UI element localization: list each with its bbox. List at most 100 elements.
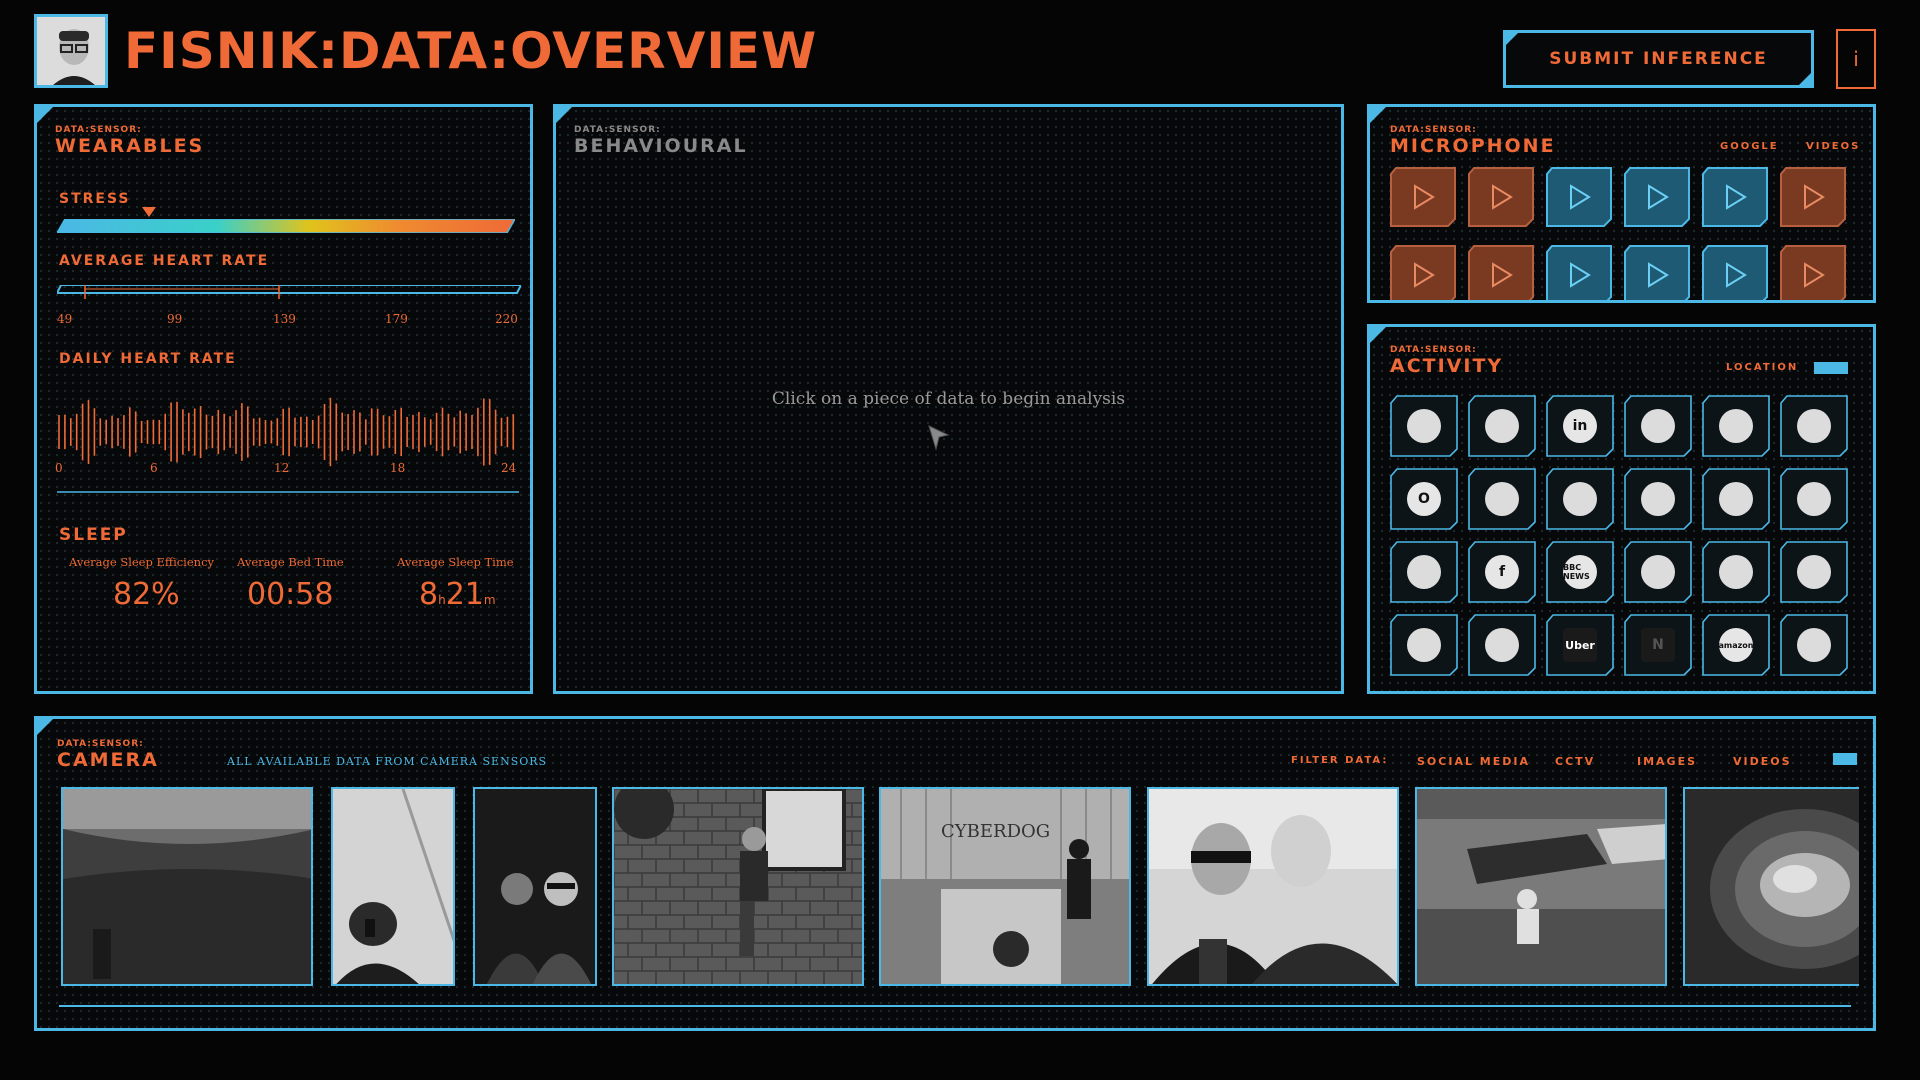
audio-clip-tile[interactable] bbox=[1546, 167, 1612, 227]
camera-photo-stadium[interactable] bbox=[61, 787, 313, 986]
location-toggle[interactable] bbox=[1814, 362, 1848, 374]
camera-photo-food[interactable] bbox=[1683, 787, 1859, 986]
linkedin-icon: in bbox=[1563, 409, 1597, 443]
daily-heart-rate-label: DAILY HEART RATE bbox=[59, 351, 237, 367]
stress-marker-icon bbox=[141, 207, 156, 217]
app-tile-spotify[interactable] bbox=[1468, 614, 1536, 676]
behavioural-prefix: DATA:SENSOR: bbox=[574, 125, 661, 135]
google-photos-icon bbox=[1641, 555, 1675, 589]
audio-clip-tile[interactable] bbox=[1546, 245, 1612, 300]
youtube-icon bbox=[1797, 555, 1831, 589]
camera-photo-couple[interactable] bbox=[473, 787, 597, 986]
outlook-icon: O bbox=[1407, 482, 1441, 516]
app-tile-dropbox[interactable] bbox=[1390, 541, 1458, 603]
info-button[interactable]: i bbox=[1836, 29, 1876, 89]
audio-clip-tile[interactable] bbox=[1390, 167, 1456, 227]
bed-time-label: Average Bed Time bbox=[237, 555, 344, 569]
app-tile-google-maps[interactable] bbox=[1624, 395, 1692, 457]
app-tile-forward[interactable] bbox=[1780, 395, 1848, 457]
app-tile-instagram[interactable] bbox=[1390, 395, 1458, 457]
club-sign-text: CYBERDOG bbox=[941, 821, 1050, 842]
audio-clip-tile[interactable] bbox=[1468, 245, 1534, 300]
camera-photo-cctv[interactable] bbox=[1415, 787, 1667, 986]
filter-videos[interactable]: VIDEOS bbox=[1733, 755, 1792, 768]
camera-title: CAMERA bbox=[57, 749, 159, 771]
app-tile-outlook[interactable]: O bbox=[1390, 468, 1458, 530]
filter-cctv[interactable]: CCTV bbox=[1555, 755, 1595, 768]
google-link[interactable]: GOOGLE bbox=[1720, 141, 1779, 152]
forward-icon bbox=[1797, 409, 1831, 443]
camera-timeline-bar[interactable] bbox=[59, 1005, 1851, 1007]
daily-tick: 18 bbox=[390, 461, 406, 475]
app-tile-facebook[interactable]: f bbox=[1468, 541, 1536, 603]
app-tile-home[interactable] bbox=[1702, 541, 1770, 603]
filter-images[interactable]: IMAGES bbox=[1637, 755, 1697, 768]
facebook-icon: f bbox=[1485, 555, 1519, 589]
filter-label: FILTER DATA: bbox=[1291, 755, 1389, 766]
wearables-prefix: DATA:SENSOR: bbox=[55, 125, 142, 135]
audio-clip-tile[interactable] bbox=[1468, 167, 1534, 227]
gmail-icon bbox=[1719, 409, 1753, 443]
daily-heart-rate-chart[interactable] bbox=[53, 367, 523, 497]
app-tile-tiktok[interactable] bbox=[1702, 468, 1770, 530]
behavioural-panel: DATA:SENSOR: BEHAVIOURAL Click on a piec… bbox=[553, 104, 1344, 694]
app-tile-gmail[interactable] bbox=[1702, 395, 1770, 457]
google-drive-icon bbox=[1485, 409, 1519, 443]
stress-label: STRESS bbox=[59, 191, 131, 207]
hr-tick: 49 bbox=[57, 312, 73, 326]
activity-title: ACTIVITY bbox=[1390, 355, 1504, 377]
app-tile-linkedin[interactable]: in bbox=[1546, 395, 1614, 457]
camera-subtitle: ALL AVAILABLE DATA FROM CAMERA SENSORS bbox=[227, 755, 548, 768]
hr-tick: 99 bbox=[167, 312, 183, 326]
camera-photo-brick-wall[interactable] bbox=[612, 787, 864, 986]
app-tile-netflix[interactable]: N bbox=[1624, 614, 1692, 676]
google-maps-icon bbox=[1641, 409, 1675, 443]
audio-clip-tile[interactable] bbox=[1702, 167, 1768, 227]
audio-clip-tile[interactable] bbox=[1702, 245, 1768, 300]
daily-tick: 6 bbox=[150, 461, 158, 475]
filter-social-media[interactable]: SOCIAL MEDIA bbox=[1417, 755, 1530, 768]
filter-toggle[interactable] bbox=[1833, 753, 1857, 765]
page-title: FISNIK:DATA:OVERVIEW bbox=[124, 22, 818, 80]
app-tile-amazon[interactable]: amazon bbox=[1702, 614, 1770, 676]
app-tile-lloyds[interactable] bbox=[1624, 468, 1692, 530]
app-tile-google-photos[interactable] bbox=[1624, 541, 1692, 603]
audio-clip-tile[interactable] bbox=[1780, 167, 1846, 227]
sleep-time-label: Average Sleep Time bbox=[397, 555, 514, 569]
hr-tick: 179 bbox=[385, 312, 408, 326]
camera-photo-friends[interactable] bbox=[1147, 787, 1399, 986]
slack-icon bbox=[1407, 628, 1441, 662]
audio-clip-tile[interactable] bbox=[1780, 245, 1846, 300]
daily-tick: 12 bbox=[274, 461, 290, 475]
bed-time-value: 00:58 bbox=[247, 577, 334, 612]
hr-tick: 220 bbox=[495, 312, 518, 326]
tiktok-icon bbox=[1719, 482, 1753, 516]
sleep-efficiency-label: Average Sleep Efficiency bbox=[69, 555, 215, 569]
app-tile-uber[interactable]: Uber bbox=[1546, 614, 1614, 676]
app-tile-google-drive[interactable] bbox=[1468, 395, 1536, 457]
avatar bbox=[34, 14, 108, 88]
whatsapp-icon bbox=[1797, 628, 1831, 662]
camera-photo-selfie[interactable] bbox=[331, 787, 455, 986]
app-tile-whatsapp[interactable] bbox=[1780, 614, 1848, 676]
app-tile-email[interactable] bbox=[1780, 468, 1848, 530]
uber-icon: Uber bbox=[1563, 628, 1597, 662]
app-tile-slack[interactable] bbox=[1390, 614, 1458, 676]
microphone-panel: DATA:SENSOR: MICROPHONE GOOGLE VIDEOS bbox=[1367, 104, 1876, 303]
sleep-efficiency-value: 82% bbox=[113, 577, 180, 612]
twitter-icon bbox=[1485, 482, 1519, 516]
app-tile-twitter[interactable] bbox=[1468, 468, 1536, 530]
app-tile-snapchat[interactable] bbox=[1546, 468, 1614, 530]
camera-photo-club[interactable]: CYBERDOG bbox=[879, 787, 1131, 986]
location-label: LOCATION bbox=[1726, 362, 1799, 373]
app-tile-youtube[interactable] bbox=[1780, 541, 1848, 603]
app-tile-bbc-news[interactable]: BBC NEWS bbox=[1546, 541, 1614, 603]
stress-bar[interactable] bbox=[57, 219, 515, 233]
audio-clip-tile[interactable] bbox=[1624, 245, 1690, 300]
videos-link[interactable]: VIDEOS bbox=[1806, 141, 1860, 152]
submit-inference-button[interactable]: SUBMIT INFERENCE bbox=[1503, 30, 1814, 88]
audio-clip-tile[interactable] bbox=[1390, 245, 1456, 300]
microphone-title: MICROPHONE bbox=[1390, 135, 1556, 157]
audio-clip-tile[interactable] bbox=[1624, 167, 1690, 227]
dropbox-icon bbox=[1407, 555, 1441, 589]
